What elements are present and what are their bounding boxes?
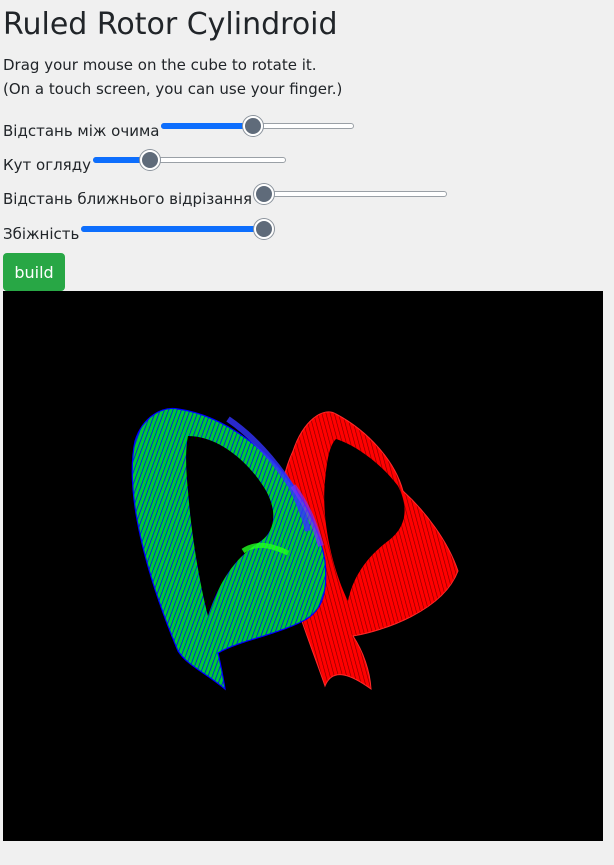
- 3d-canvas[interactable]: [3, 291, 603, 841]
- page-title: Ruled Rotor Cylindroid: [3, 7, 338, 42]
- eye-distance-control: Відстань між очима: [3, 113, 355, 140]
- near-clip-slider[interactable]: [254, 181, 448, 207]
- slider-fill: [161, 123, 253, 129]
- scene-svg: [131, 407, 459, 691]
- slider-thumb[interactable]: [242, 116, 263, 136]
- view-angle-slider[interactable]: [92, 147, 286, 173]
- convergence-label: Збіжність: [3, 225, 80, 243]
- instruction-text: Drag your mouse on the cube to rotate it…: [3, 56, 317, 74]
- convergence-control: Збіжність: [3, 216, 275, 243]
- slider-thumb[interactable]: [254, 184, 275, 204]
- convergence-slider[interactable]: [81, 216, 275, 242]
- page: Ruled Rotor Cylindroid Drag your mouse o…: [0, 0, 614, 865]
- slider-fill: [81, 226, 265, 232]
- build-button[interactable]: build: [3, 253, 65, 291]
- touch-instruction-text: (On a touch screen, you can use your fin…: [3, 80, 343, 98]
- slider-track: [254, 191, 448, 197]
- eye-distance-label: Відстань між очима: [3, 122, 160, 140]
- near-clip-label: Відстань ближнього відрізання: [3, 190, 253, 208]
- eye-distance-slider[interactable]: [161, 113, 355, 139]
- slider-thumb[interactable]: [254, 219, 275, 239]
- slider-thumb[interactable]: [139, 150, 160, 170]
- near-clip-control: Відстань ближнього відрізання: [3, 181, 448, 208]
- view-angle-control: Кут огляду: [3, 147, 286, 174]
- view-angle-label: Кут огляду: [3, 156, 91, 174]
